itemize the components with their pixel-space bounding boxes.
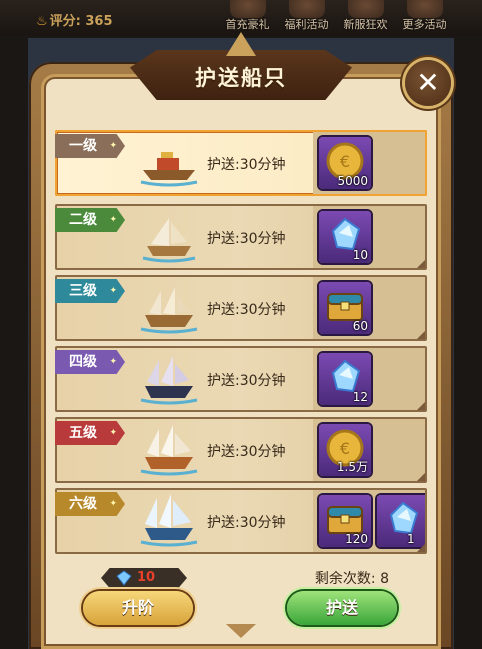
reward-item[interactable]: 1 [377,495,425,547]
game-top-bar: ♨ 评分: 365 首充豪礼 福利活动 新服狂欢 更多活动 [0,0,482,36]
tier-row-3[interactable]: 三级 ✦ 护送:30分钟 60 [55,275,427,341]
reward-item[interactable]: € 1.5万 [319,424,371,476]
cost-value: 10 [137,570,156,585]
reward-item[interactable]: 12 [319,353,371,405]
nav-first-recharge[interactable]: 首充豪礼 [218,0,277,36]
dialog-title: 护送船只 [195,66,287,90]
nav-more-activities[interactable]: 更多活动 [395,0,454,36]
ship-tier2-icon [142,218,196,263]
reward-item[interactable]: 120 [319,495,371,547]
reward-count: 5000 [337,174,368,188]
score-label: 评分: 365 [49,14,113,29]
tier-badge: 一级 ✦ [55,134,125,158]
reward-item[interactable]: 10 [319,211,371,263]
ship-tier6-icon [140,494,198,547]
reward-count: 120 [345,532,368,546]
tier-badge: 四级 ✦ [55,350,125,374]
nav-new-server[interactable]: 新服狂欢 [336,0,395,36]
close-button[interactable]: ✕ [405,60,451,106]
tier-badge: 六级 ✦ [55,492,125,516]
escort-duration: 护送:30分钟 [207,302,286,318]
close-icon: ✕ [416,66,440,99]
escort-duration: 护送:30分钟 [207,231,286,247]
score-display: ♨ 评分: 365 [36,10,113,29]
tier-row-1[interactable]: 一级 ✦ 护送:30分钟 € 5000 [55,130,427,196]
diamond-icon [389,501,419,535]
upgrade-button[interactable]: 升阶 [83,591,193,625]
top-activity-nav: 首充豪礼 福利活动 新服狂欢 更多活动 [218,0,454,36]
diamond-icon [116,570,132,586]
escort-duration: 护送:30分钟 [207,515,286,531]
ship-tier3-icon [140,287,198,334]
tier-row-5[interactable]: 五级 ✦ 护送:30分钟 € 1.5万 [55,417,427,483]
nav-welfare[interactable]: 福利活动 [277,0,336,36]
escort-duration: 护送:30分钟 [207,157,286,173]
reward-count: 1 [407,532,415,546]
tier-row-6[interactable]: 六级 ✦ 护送:30分钟 120 1 [55,488,427,554]
reward-count: 60 [352,319,368,333]
reward-count: 1.5万 [336,460,368,474]
tier-row-2[interactable]: 二级 ✦ 护送:30分钟 10 [55,204,427,270]
reward-count: 12 [352,390,368,404]
reward-count: 10 [352,248,368,262]
tier-badge: 三级 ✦ [55,279,125,303]
tier-row-4[interactable]: 四级 ✦ 护送:30分钟 12 [55,346,427,412]
upgrade-cost: 10 [101,568,187,588]
svg-text:€: € [340,152,350,171]
ship-tier1-icon [140,152,198,187]
escort-duration: 护送:30分钟 [207,444,286,460]
ship-tier4-icon [140,356,198,405]
flame-icon: ♨ [36,14,48,29]
remaining-count: 剩余次数: 8 [314,571,389,587]
reward-item[interactable]: 60 [319,282,371,334]
ship-tier5-icon [140,425,198,476]
dialog-title-banner: 护送船只 [130,32,352,106]
escort-duration: 护送:30分钟 [207,373,286,389]
svg-text:€: € [340,439,350,458]
tier-badge: 二级 ✦ [55,208,125,232]
reward-item[interactable]: € 5000 [319,137,371,189]
escort-button[interactable]: 护送 [287,591,397,625]
tier-badge: 五级 ✦ [55,421,125,445]
